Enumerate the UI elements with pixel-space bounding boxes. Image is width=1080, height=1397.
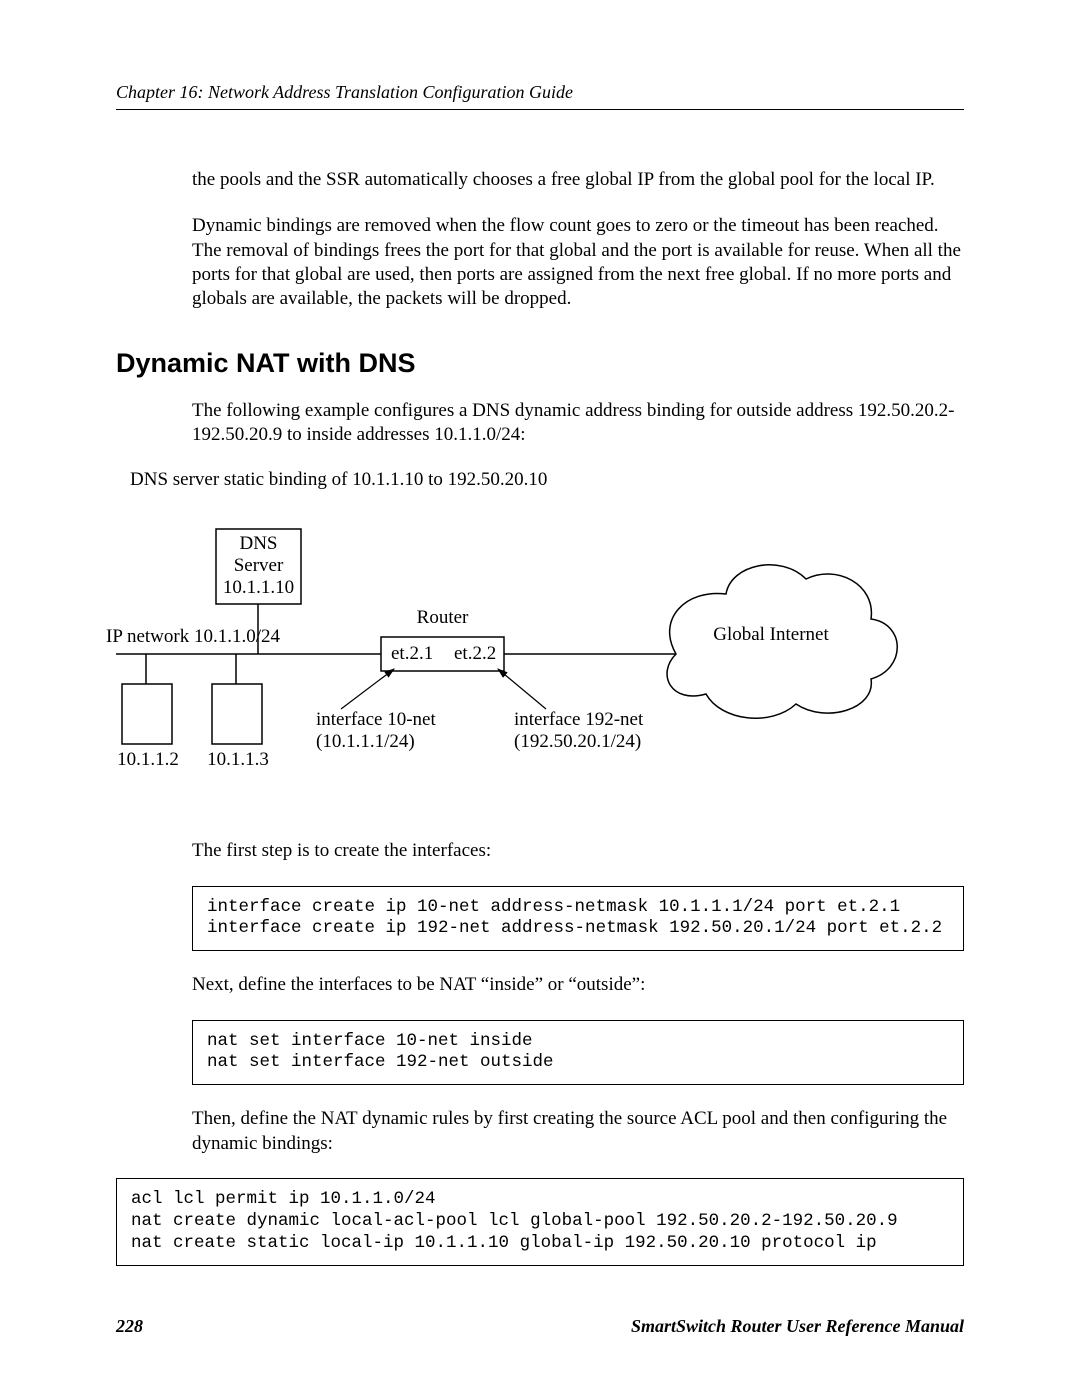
paragraph-then-define: Then, define the NAT dynamic rules by fi… [192, 1107, 964, 1156]
running-header: Chapter 16: Network Address Translation … [116, 82, 964, 110]
dns-server-label-2: Server [216, 555, 301, 577]
manual-title: SmartSwitch Router User Reference Manual [631, 1316, 964, 1337]
router-port-left: et.2.1 [391, 643, 433, 665]
paragraph-next-define: Next, define the interfaces to be NAT “i… [192, 973, 964, 997]
code-block-interfaces: interface create ip 10-net address-netma… [192, 886, 964, 952]
ip-network-label: IP network 10.1.1.0/24 [106, 626, 280, 648]
page-footer: 228 SmartSwitch Router User Reference Ma… [116, 1316, 964, 1337]
paragraph-dynamic-bindings: Dynamic bindings are removed when the fl… [192, 214, 964, 311]
section-heading-dynamic-nat-dns: Dynamic NAT with DNS [116, 348, 964, 379]
interface-10net-name: interface 10-net [316, 709, 436, 731]
interface-10net-addr: (10.1.1.1/24) [316, 731, 415, 753]
router-label: Router [381, 607, 504, 629]
router-port-right: et.2.2 [454, 643, 496, 665]
paragraph-pools: the pools and the SSR automatically choo… [192, 168, 964, 192]
network-diagram: DNS Server 10.1.1.10 IP network 10.1.1.0… [116, 509, 964, 809]
diagram-caption: DNS server static binding of 10.1.1.10 t… [130, 469, 964, 491]
host1-ip: 10.1.1.2 [108, 749, 188, 771]
code-block-acl-nat: acl lcl permit ip 10.1.1.0/24 nat create… [116, 1178, 964, 1266]
global-internet-label: Global Internet [686, 624, 856, 646]
interface-192net-name: interface 192-net [514, 709, 643, 731]
dns-server-ip: 10.1.1.10 [216, 577, 301, 599]
code-block-nat-set: nat set interface 10-net inside nat set … [192, 1020, 964, 1086]
dns-server-label-1: DNS [216, 533, 301, 555]
page-number: 228 [116, 1316, 143, 1337]
interface-192net-addr: (192.50.20.1/24) [514, 731, 641, 753]
paragraph-example-intro: The following example configures a DNS d… [192, 399, 964, 448]
paragraph-first-step: The first step is to create the interfac… [192, 839, 964, 863]
host2-ip: 10.1.1.3 [198, 749, 278, 771]
page: Chapter 16: Network Address Translation … [0, 0, 1080, 1397]
